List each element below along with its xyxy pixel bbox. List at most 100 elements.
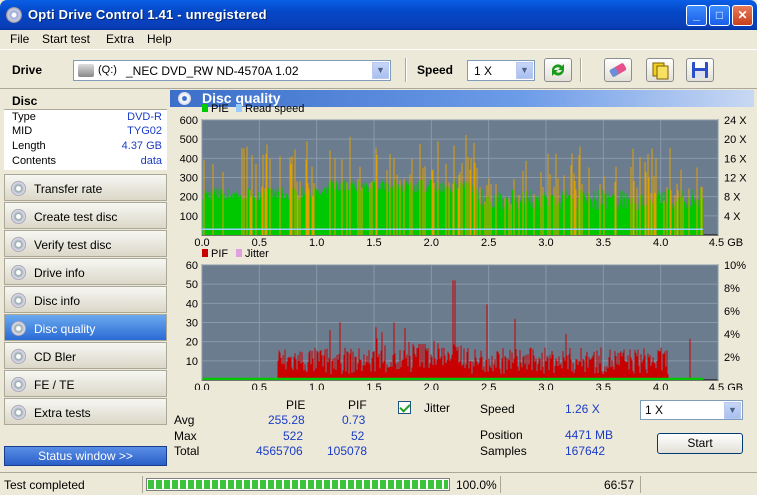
title-bar: Opti Drive Control 1.41 - unregistered _…: [0, 0, 757, 30]
chevron-down-icon[interactable]: ▼: [724, 402, 741, 419]
menu-extra[interactable]: Extra: [106, 32, 134, 46]
x-tick-label: 1.5: [366, 382, 381, 390]
stats-col-pif: PIF: [348, 398, 367, 412]
minimize-button[interactable]: _: [686, 5, 707, 26]
legend-label: PIE: [211, 103, 229, 115]
y2-tick-label: 12 X: [724, 173, 747, 185]
x-tick-label: 2.5: [481, 382, 496, 390]
erase-button[interactable]: [604, 58, 632, 82]
x-tick-label: 3.5: [596, 237, 611, 249]
elapsed-time: 66:57: [604, 478, 635, 492]
chart-pie: PIE Read speed: [201, 103, 719, 236]
nav-disc-quality[interactable]: Disc quality: [4, 314, 167, 341]
menu-bar: File Start test Extra Help: [0, 30, 757, 48]
x-tick-label: 2.5: [481, 237, 496, 249]
x-tick-label: 0.5: [252, 382, 267, 390]
disc-value: data: [140, 155, 162, 167]
x-tick-label: 4.0: [653, 237, 668, 249]
chevron-down-icon[interactable]: ▼: [372, 62, 389, 79]
x-tick-label: 3.0: [538, 237, 553, 249]
progress-percent: 100.0%: [456, 478, 497, 492]
y2-tick-label: 16 X: [724, 153, 747, 165]
x-tick-label: 1.0: [309, 237, 324, 249]
stats-col-pie: PIE: [286, 398, 306, 412]
nav-fe-te[interactable]: FE / TE: [4, 370, 167, 397]
maximize-button[interactable]: □: [709, 5, 730, 26]
app-icon: [6, 7, 22, 23]
nav-verify-test-disc[interactable]: Verify test disc: [4, 230, 167, 257]
speed-stat-value: 1.26 X: [565, 402, 600, 416]
disc-icon: [11, 237, 26, 252]
floppy-icon: [692, 62, 708, 78]
jitter-label: Jitter: [424, 401, 451, 415]
x-tick-label: 3.0: [538, 382, 553, 390]
refresh-button[interactable]: [544, 58, 572, 82]
drive-value: _NEC DVD_RW ND-4570A 1.02: [126, 64, 299, 78]
status-divider: [142, 476, 143, 493]
speed-select[interactable]: 1 X ▼: [467, 60, 535, 81]
toolbar-divider: [580, 58, 582, 82]
start-button[interactable]: Start: [657, 433, 743, 454]
nav-label: Extra tests: [34, 406, 91, 420]
y2-tick-label: 6%: [724, 306, 740, 318]
drive-select[interactable]: (Q:) _NEC DVD_RW ND-4570A 1.02 ▼: [73, 60, 391, 81]
x-tick-label: 4.5 GB: [709, 237, 743, 249]
stats-avg-pif: 0.73: [342, 413, 366, 427]
nav-drive-info[interactable]: Drive info: [4, 258, 167, 285]
nav-transfer-rate[interactable]: Transfer rate: [4, 174, 167, 201]
samples-label: Samples: [480, 444, 527, 458]
legend-swatch: [202, 249, 208, 257]
y2-tick-label: 8 X: [724, 192, 741, 204]
nav-extra-tests[interactable]: Extra tests: [4, 398, 167, 425]
status-bar: Test completed 100.0% 66:57: [0, 472, 757, 495]
disc-icon: [11, 321, 26, 336]
disc-key: Contents: [12, 155, 57, 167]
legend-label: Jitter: [245, 248, 269, 260]
menu-start-test[interactable]: Start test: [42, 32, 90, 46]
status-divider: [500, 476, 501, 493]
disc-info: Type DVD-R MID TYG02 Length 4.37 GB Content…: [4, 110, 167, 170]
pif-baseline: [202, 377, 704, 380]
menu-file[interactable]: File: [10, 32, 29, 46]
disc-icon: [11, 181, 26, 196]
disc-quality-charts: PIE Read speed 600 500 400 300 200 100 24 X 20 X 1…: [180, 103, 748, 390]
nav-cd-bler[interactable]: CD Bler: [4, 342, 167, 369]
nav-label: Verify test disc: [34, 238, 112, 252]
x-tick-label: 4.0: [653, 382, 668, 390]
speed-value: 1 X: [474, 64, 493, 78]
copy-icon: [652, 62, 669, 80]
nav-label: CD Bler: [34, 350, 77, 364]
left-panel: Disc Type DVD-R MID TYG02 Length 4.37 GB Co…: [0, 90, 168, 470]
chart-pif: PIF Jitter: [201, 248, 719, 381]
nav-disc-info[interactable]: Disc info: [4, 286, 167, 313]
copy-button[interactable]: [646, 58, 674, 82]
disc-row: Type DVD-R: [12, 111, 162, 125]
samples-value: 167642: [565, 444, 606, 458]
save-button[interactable]: [686, 58, 714, 82]
status-window-button[interactable]: Status window >>: [4, 446, 167, 466]
y-tick-label: 500: [180, 134, 198, 146]
nav-create-test-disc[interactable]: Create test disc: [4, 202, 167, 229]
speed-stat-label: Speed: [480, 402, 515, 416]
legend-swatch: [236, 104, 242, 112]
x-tick-label: 0.0: [194, 237, 209, 249]
y2-tick-label: 8%: [724, 283, 740, 295]
position-value: 4471 MB: [565, 428, 614, 442]
nav-label: Disc info: [34, 294, 81, 308]
disc-quality-panel: Disc quality PIE Read speed 600 500 400 300 20…: [170, 90, 754, 470]
x-tick-label: 4.5 GB: [709, 382, 743, 390]
stats-total-pie: 4565706: [256, 444, 303, 458]
disc-row: MID TYG02: [12, 125, 162, 139]
disc-value: TYG02: [127, 125, 162, 137]
chevron-down-icon[interactable]: ▼: [516, 62, 533, 79]
test-speed-select[interactable]: 1 X ▼: [640, 400, 743, 420]
menu-help[interactable]: Help: [147, 32, 172, 46]
y-tick-label: 20: [186, 337, 198, 349]
close-button[interactable]: ✕: [732, 5, 753, 26]
nav-label: Transfer rate: [34, 182, 103, 196]
y-tick-label: 50: [186, 279, 198, 291]
disc-icon: [11, 209, 26, 224]
y2-tick-label: 4%: [724, 329, 740, 341]
nav-label: FE / TE: [34, 378, 75, 392]
jitter-checkbox[interactable]: [398, 401, 411, 414]
